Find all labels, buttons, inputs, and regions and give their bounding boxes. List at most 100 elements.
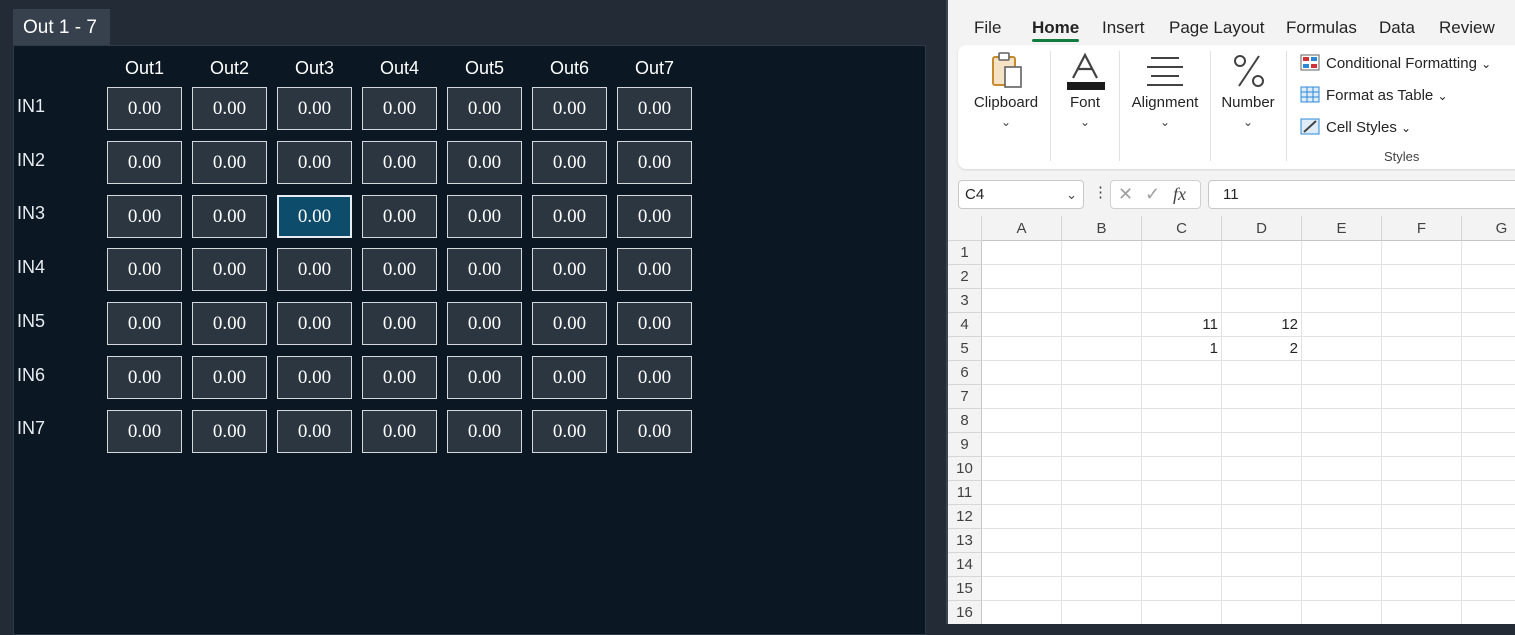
matrix-cell-in3-out3[interactable]: 0.00: [277, 195, 352, 238]
row-header-8[interactable]: 8: [948, 409, 982, 433]
matrix-cell-in2-out6[interactable]: 0.00: [532, 141, 607, 184]
matrix-cell-in5-out1[interactable]: 0.00: [107, 302, 182, 345]
menu-formulas[interactable]: Formulas: [1286, 18, 1357, 38]
matrix-cell-in2-out5[interactable]: 0.00: [447, 141, 522, 184]
matrix-cell-in6-out1[interactable]: 0.00: [107, 356, 182, 399]
formula-bar[interactable]: 11: [1208, 180, 1515, 209]
matrix-cell-in1-out6[interactable]: 0.00: [532, 87, 607, 130]
matrix-cell-in2-out3[interactable]: 0.00: [277, 141, 352, 184]
matrix-cell-in4-out7[interactable]: 0.00: [617, 248, 692, 291]
row-header-13[interactable]: 13: [948, 529, 982, 553]
row-header-1[interactable]: 1: [948, 241, 982, 265]
select-all-corner[interactable]: [948, 216, 982, 241]
row-header-10[interactable]: 10: [948, 457, 982, 481]
matrix-cell-in6-out7[interactable]: 0.00: [617, 356, 692, 399]
matrix-cell-in3-out4[interactable]: 0.00: [362, 195, 437, 238]
column-header-d[interactable]: D: [1222, 216, 1302, 241]
format-as-table-button[interactable]: Format as Table ⌄: [1300, 86, 1448, 106]
conditional-formatting-button[interactable]: Conditional Formatting ⌄: [1300, 54, 1491, 74]
menu-page-layout[interactable]: Page Layout: [1169, 18, 1264, 38]
matrix-cell-in3-out6[interactable]: 0.00: [532, 195, 607, 238]
matrix-cell-in7-out6[interactable]: 0.00: [532, 410, 607, 453]
cell-d4[interactable]: 12: [1222, 313, 1298, 337]
matrix-cell-in4-out6[interactable]: 0.00: [532, 248, 607, 291]
row-header-9[interactable]: 9: [948, 433, 982, 457]
matrix-cell-in5-out2[interactable]: 0.00: [192, 302, 267, 345]
row-header-7[interactable]: 7: [948, 385, 982, 409]
matrix-cell-in2-out7[interactable]: 0.00: [617, 141, 692, 184]
column-header-b[interactable]: B: [1062, 216, 1142, 241]
clipboard-button[interactable]: Clipboard ⌄: [964, 45, 1048, 169]
matrix-cell-in7-out5[interactable]: 0.00: [447, 410, 522, 453]
cell-styles-button[interactable]: Cell Styles ⌄: [1300, 118, 1411, 138]
cancel-icon[interactable]: ✕: [1118, 184, 1133, 205]
matrix-cell-in5-out3[interactable]: 0.00: [277, 302, 352, 345]
menu-data[interactable]: Data: [1379, 18, 1415, 38]
menu-review[interactable]: Review: [1439, 18, 1495, 38]
cell-d5[interactable]: 2: [1222, 337, 1298, 361]
matrix-cell-in6-out2[interactable]: 0.00: [192, 356, 267, 399]
matrix-cell-in5-out7[interactable]: 0.00: [617, 302, 692, 345]
matrix-cell-in2-out2[interactable]: 0.00: [192, 141, 267, 184]
tab-out-1-7[interactable]: Out 1 - 7: [13, 9, 110, 46]
matrix-cell-in4-out4[interactable]: 0.00: [362, 248, 437, 291]
name-box[interactable]: C4 ⌄: [958, 180, 1084, 209]
menu-home[interactable]: Home: [1032, 18, 1079, 38]
matrix-cell-in7-out3[interactable]: 0.00: [277, 410, 352, 453]
column-header-e[interactable]: E: [1302, 216, 1382, 241]
matrix-cell-in7-out4[interactable]: 0.00: [362, 410, 437, 453]
alignment-button[interactable]: Alignment ⌄: [1121, 45, 1209, 169]
number-button[interactable]: Number ⌄: [1212, 45, 1284, 169]
column-header-f[interactable]: F: [1382, 216, 1462, 241]
insert-function-icon[interactable]: fx: [1173, 184, 1186, 205]
row-header-4[interactable]: 4: [948, 313, 982, 337]
row-header-3[interactable]: 3: [948, 289, 982, 313]
matrix-cell-in5-out6[interactable]: 0.00: [532, 302, 607, 345]
matrix-cell-in6-out6[interactable]: 0.00: [532, 356, 607, 399]
row-header-14[interactable]: 14: [948, 553, 982, 577]
column-header-g[interactable]: G: [1462, 216, 1515, 241]
matrix-cell-in7-out2[interactable]: 0.00: [192, 410, 267, 453]
matrix-cell-in1-out3[interactable]: 0.00: [277, 87, 352, 130]
row-header-12[interactable]: 12: [948, 505, 982, 529]
matrix-cell-in3-out2[interactable]: 0.00: [192, 195, 267, 238]
matrix-cell-in7-out1[interactable]: 0.00: [107, 410, 182, 453]
row-header-16[interactable]: 16: [948, 601, 982, 624]
matrix-cell-in2-out1[interactable]: 0.00: [107, 141, 182, 184]
row-header-11[interactable]: 11: [948, 481, 982, 505]
matrix-cell-in1-out4[interactable]: 0.00: [362, 87, 437, 130]
font-button[interactable]: Font ⌄: [1052, 45, 1118, 169]
enter-check-icon[interactable]: ✓: [1145, 184, 1160, 205]
matrix-cell-in4-out3[interactable]: 0.00: [277, 248, 352, 291]
styles-group-label: Styles: [1384, 149, 1420, 164]
row-header-15[interactable]: 15: [948, 577, 982, 601]
matrix-cell-in4-out1[interactable]: 0.00: [107, 248, 182, 291]
cell-c5[interactable]: 1: [1142, 337, 1218, 361]
column-header-a[interactable]: A: [982, 216, 1062, 241]
matrix-cell-in4-out2[interactable]: 0.00: [192, 248, 267, 291]
matrix-cell-in1-out1[interactable]: 0.00: [107, 87, 182, 130]
more-options-icon[interactable]: ⋮: [1093, 183, 1108, 201]
matrix-cell-in1-out2[interactable]: 0.00: [192, 87, 267, 130]
matrix-cell-in7-out7[interactable]: 0.00: [617, 410, 692, 453]
chevron-down-icon[interactable]: ⌄: [1066, 181, 1077, 208]
matrix-cell-in3-out7[interactable]: 0.00: [617, 195, 692, 238]
cell-c4[interactable]: 11: [1142, 313, 1218, 337]
matrix-cell-in5-out5[interactable]: 0.00: [447, 302, 522, 345]
row-header-6[interactable]: 6: [948, 361, 982, 385]
matrix-cell-in1-out5[interactable]: 0.00: [447, 87, 522, 130]
matrix-cell-in5-out4[interactable]: 0.00: [362, 302, 437, 345]
matrix-cell-in6-out4[interactable]: 0.00: [362, 356, 437, 399]
column-header-c[interactable]: C: [1142, 216, 1222, 241]
matrix-cell-in2-out4[interactable]: 0.00: [362, 141, 437, 184]
matrix-cell-in3-out5[interactable]: 0.00: [447, 195, 522, 238]
row-header-5[interactable]: 5: [948, 337, 982, 361]
matrix-cell-in1-out7[interactable]: 0.00: [617, 87, 692, 130]
menu-file[interactable]: File: [974, 18, 1001, 38]
row-header-2[interactable]: 2: [948, 265, 982, 289]
matrix-cell-in4-out5[interactable]: 0.00: [447, 248, 522, 291]
menu-insert[interactable]: Insert: [1102, 18, 1145, 38]
matrix-cell-in6-out5[interactable]: 0.00: [447, 356, 522, 399]
matrix-cell-in3-out1[interactable]: 0.00: [107, 195, 182, 238]
matrix-cell-in6-out3[interactable]: 0.00: [277, 356, 352, 399]
